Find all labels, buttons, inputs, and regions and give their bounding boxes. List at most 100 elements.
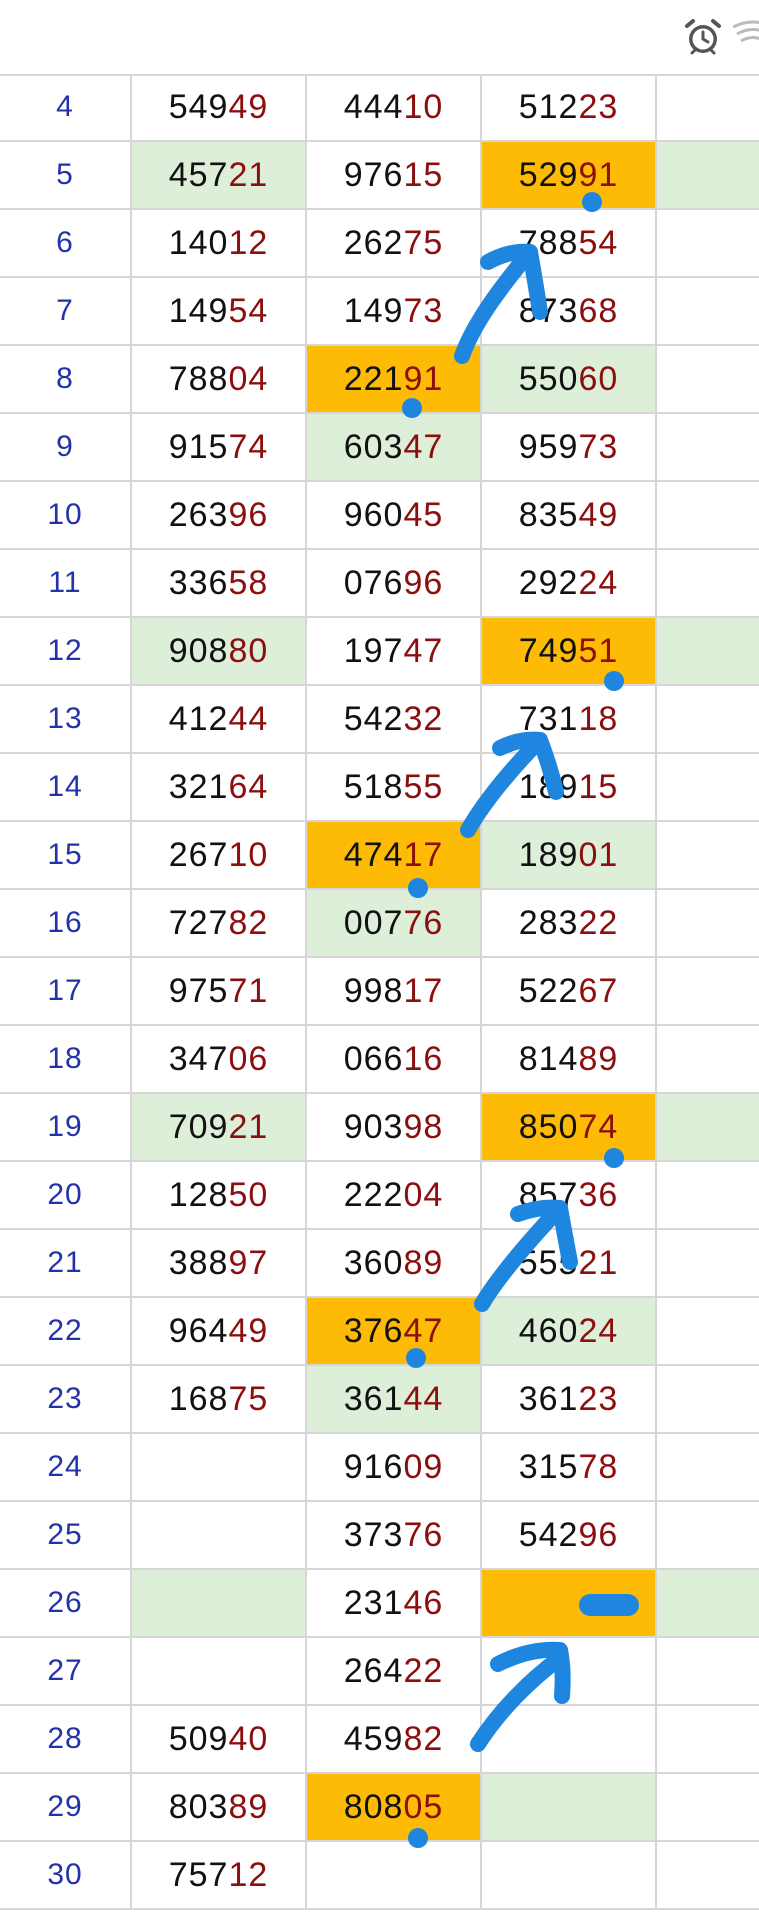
table-cell[interactable]	[657, 346, 759, 412]
row-number[interactable]: 12	[0, 618, 132, 684]
table-cell[interactable]: 221 91	[307, 346, 482, 412]
table-cell[interactable]: 149 73	[307, 278, 482, 344]
row-number[interactable]: 4	[0, 74, 132, 140]
table-cell[interactable]	[132, 1638, 307, 1704]
table-cell[interactable]	[657, 1162, 759, 1228]
row-number[interactable]: 13	[0, 686, 132, 752]
table-cell[interactable]: 788 04	[132, 346, 307, 412]
table-cell[interactable]	[132, 1502, 307, 1568]
row-number[interactable]: 22	[0, 1298, 132, 1364]
table-cell[interactable]	[657, 958, 759, 1024]
table-cell[interactable]: 731 18	[482, 686, 657, 752]
table-cell[interactable]: 264 22	[307, 1638, 482, 1704]
row-number[interactable]: 24	[0, 1434, 132, 1500]
table-cell[interactable]: 336 58	[132, 550, 307, 616]
table-cell[interactable]: 231 46	[307, 1570, 482, 1636]
table-cell[interactable]	[657, 1842, 759, 1908]
table-cell[interactable]	[657, 1094, 759, 1160]
row-number[interactable]: 26	[0, 1570, 132, 1636]
table-cell[interactable]	[657, 414, 759, 480]
row-number[interactable]: 28	[0, 1706, 132, 1772]
row-number[interactable]: 5	[0, 142, 132, 208]
table-cell[interactable]: 835 49	[482, 482, 657, 548]
table-cell[interactable]	[657, 1570, 759, 1636]
table-cell[interactable]	[307, 1842, 482, 1908]
table-cell[interactable]: 321 64	[132, 754, 307, 820]
table-cell[interactable]: 964 49	[132, 1298, 307, 1364]
table-cell[interactable]: 857 36	[482, 1162, 657, 1228]
table-cell[interactable]: 474 17	[307, 822, 482, 888]
table-cell[interactable]	[657, 1298, 759, 1364]
table-cell[interactable]	[657, 1502, 759, 1568]
table-cell[interactable]: 360 89	[307, 1230, 482, 1296]
row-number[interactable]: 19	[0, 1094, 132, 1160]
table-cell[interactable]	[482, 1638, 657, 1704]
table-cell[interactable]: 168 75	[132, 1366, 307, 1432]
table-cell[interactable]: 749 51	[482, 618, 657, 684]
table-cell[interactable]: 555 21	[482, 1230, 657, 1296]
row-number[interactable]: 23	[0, 1366, 132, 1432]
table-cell[interactable]: 347 06	[132, 1026, 307, 1092]
row-number[interactable]: 10	[0, 482, 132, 548]
table-cell[interactable]	[657, 890, 759, 956]
table-cell[interactable]	[657, 210, 759, 276]
table-cell[interactable]: 998 17	[307, 958, 482, 1024]
row-number[interactable]: 30	[0, 1842, 132, 1908]
table-cell[interactable]: 444 10	[307, 74, 482, 140]
table-cell[interactable]: 315 78	[482, 1434, 657, 1500]
table-cell[interactable]	[657, 1706, 759, 1772]
table-cell[interactable]: 814 89	[482, 1026, 657, 1092]
table-cell[interactable]	[482, 1774, 657, 1840]
table-cell[interactable]: 376 47	[307, 1298, 482, 1364]
table-cell[interactable]: 197 47	[307, 618, 482, 684]
table-cell[interactable]: 542 96	[482, 1502, 657, 1568]
row-number[interactable]: 21	[0, 1230, 132, 1296]
table-cell[interactable]: 603 47	[307, 414, 482, 480]
table-cell[interactable]: 903 98	[307, 1094, 482, 1160]
spreadsheet-grid[interactable]: 4 549 49 444 10 512 23 5 457 21 976 15 529 91 6 140 12 26…	[0, 74, 759, 1920]
table-cell[interactable]: 066 16	[307, 1026, 482, 1092]
table-cell[interactable]: 916 09	[307, 1434, 482, 1500]
table-cell[interactable]: 140 12	[132, 210, 307, 276]
row-number[interactable]: 16	[0, 890, 132, 956]
table-cell[interactable]: 518 55	[307, 754, 482, 820]
table-cell[interactable]: 373 76	[307, 1502, 482, 1568]
table-cell[interactable]	[657, 1638, 759, 1704]
table-cell[interactable]: 412 44	[132, 686, 307, 752]
table-cell[interactable]: 263 96	[132, 482, 307, 548]
table-cell[interactable]: 873 68	[482, 278, 657, 344]
row-number[interactable]: 14	[0, 754, 132, 820]
table-cell[interactable]: 388 97	[132, 1230, 307, 1296]
table-cell[interactable]: 459 82	[307, 1706, 482, 1772]
row-number[interactable]: 25	[0, 1502, 132, 1568]
table-cell[interactable]: 361 44	[307, 1366, 482, 1432]
table-cell[interactable]	[657, 1774, 759, 1840]
table-cell[interactable]: 709 21	[132, 1094, 307, 1160]
table-cell[interactable]	[657, 1230, 759, 1296]
table-cell[interactable]: 542 32	[307, 686, 482, 752]
table-cell[interactable]	[482, 1842, 657, 1908]
table-cell[interactable]	[657, 822, 759, 888]
table-cell[interactable]: 960 45	[307, 482, 482, 548]
table-cell[interactable]: 189 15	[482, 754, 657, 820]
row-number[interactable]: 6	[0, 210, 132, 276]
table-cell[interactable]: 292 24	[482, 550, 657, 616]
table-cell[interactable]: 509 40	[132, 1706, 307, 1772]
table-cell[interactable]	[132, 1570, 307, 1636]
table-cell[interactable]: 808 05	[307, 1774, 482, 1840]
table-cell[interactable]	[657, 482, 759, 548]
table-cell[interactable]: 529 91	[482, 142, 657, 208]
row-number[interactable]: 29	[0, 1774, 132, 1840]
table-cell[interactable]: 975 71	[132, 958, 307, 1024]
table-cell[interactable]: 361 23	[482, 1366, 657, 1432]
table-cell[interactable]: 222 04	[307, 1162, 482, 1228]
table-cell[interactable]	[132, 1434, 307, 1500]
table-cell[interactable]: 512 23	[482, 74, 657, 140]
table-cell[interactable]: 149 54	[132, 278, 307, 344]
table-cell[interactable]	[657, 1434, 759, 1500]
table-cell[interactable]: 189 01	[482, 822, 657, 888]
table-cell[interactable]: 976 15	[307, 142, 482, 208]
row-number[interactable]: 17	[0, 958, 132, 1024]
row-number[interactable]: 15	[0, 822, 132, 888]
table-cell[interactable]: 007 76	[307, 890, 482, 956]
